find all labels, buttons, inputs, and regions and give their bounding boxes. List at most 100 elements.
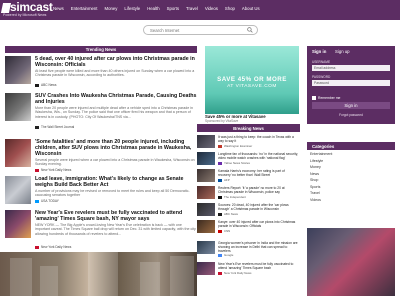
sign-in-button[interactable]: Sign in: [312, 102, 390, 109]
article-card[interactable]: 5 dead, over 40 injured after car plows …: [5, 56, 198, 94]
categories-header: Categories: [307, 142, 395, 150]
breaking-thumbnail[interactable]: [197, 169, 215, 182]
breaking-headline[interactable]: Longtime fan of thousands: 'no' in the n…: [218, 152, 298, 160]
nav-about-us[interactable]: About Us: [242, 6, 260, 11]
ad-url-text: AT VITASAVE.COM: [227, 84, 277, 89]
vitasave-ad-banner[interactable]: SAVE 45% OR MORE AT VITASAVE.COM: [205, 46, 299, 114]
nav-sports[interactable]: Sports: [167, 6, 179, 11]
article-thumbnail[interactable]: [5, 176, 31, 204]
search-icon[interactable]: [247, 27, 253, 33]
article-card[interactable]: Load leave, immigration: What's likely t…: [5, 176, 198, 214]
trending-news-header: Trending News: [5, 46, 197, 53]
source-name: Yahoo News Stories: [224, 161, 250, 165]
article-thumbnail[interactable]: [5, 93, 31, 121]
nav-travel[interactable]: Travel: [186, 6, 198, 11]
main-nav: News Entertainment Money Lifestyle Healt…: [53, 6, 260, 11]
breaking-thumbnail[interactable]: [197, 262, 215, 275]
article-title[interactable]: New Year's Eve revelers must be fully va…: [35, 210, 197, 222]
source-logo-icon: [218, 161, 222, 165]
article-card[interactable]: 'Some fatalities' and more than 20 peopl…: [5, 139, 198, 177]
password-field[interactable]: [312, 80, 390, 86]
nav-news[interactable]: News: [53, 6, 64, 11]
breaking-source: CNN: [218, 229, 230, 233]
simcast-logo[interactable]: simcast Powered by Microsoft News: [0, 0, 53, 19]
breaking-news-item[interactable]: Reuters Report: 'it 'a parade' no more t…: [197, 186, 300, 202]
breaking-thumbnail[interactable]: [197, 186, 215, 199]
photo-building-shape: [140, 262, 160, 296]
source-name: Google: [224, 253, 234, 257]
breaking-headline[interactable]: New Year's Eve revelers must be fully va…: [218, 262, 298, 270]
article-thumbnail[interactable]: [5, 56, 31, 84]
nav-lifestyle[interactable]: Lifestyle: [124, 6, 140, 11]
breaking-news-item[interactable]: It was just a thing to keep: the coach i…: [197, 135, 300, 151]
article-title[interactable]: Load leave, immigration: What's likely t…: [35, 176, 197, 188]
breaking-thumbnail[interactable]: [197, 241, 215, 254]
nav-health[interactable]: Health: [147, 6, 159, 11]
source-name: AFP: [224, 178, 230, 182]
article-thumbnail[interactable]: [5, 139, 31, 167]
nav-entertainment[interactable]: Entertainment: [71, 6, 98, 11]
article-thumbnail[interactable]: [5, 210, 31, 238]
breaking-news-item[interactable]: Sources: 20 dead, 40 injured after the '…: [197, 203, 300, 219]
breaking-news-item[interactable]: Kamala Harris's economy: her rating is p…: [197, 169, 300, 185]
ad-headline: SAVE 45% OR MORE: [217, 76, 287, 83]
times-square-photo[interactable]: [307, 228, 395, 296]
breaking-headline[interactable]: Sources: 20 dead, 40 injured after the '…: [218, 203, 298, 211]
breaking-headline[interactable]: Reuters Report: 'it 'a parade' no more t…: [218, 186, 298, 194]
tab-sign-up[interactable]: Sign up: [335, 49, 350, 54]
photo-building-shape: [10, 258, 32, 296]
article-summary: Several people were injured when a car p…: [35, 158, 195, 167]
source-logo-icon: [218, 271, 222, 275]
forgot-password-link[interactable]: Forgot password: [307, 113, 395, 117]
tab-sign-in[interactable]: Sign in: [312, 49, 326, 54]
breaking-news-item[interactable]: Longtime fan of thousands: 'no' in the n…: [197, 152, 300, 168]
breaking-headline[interactable]: It was just a thing to keep: the coach i…: [218, 135, 298, 143]
nav-videos[interactable]: Videos: [205, 6, 218, 11]
article-title[interactable]: SUV Crashes Into Waukesha Christmas Para…: [35, 93, 197, 105]
breaking-news-title: Breaking News: [233, 125, 264, 131]
breaking-news-item[interactable]: New Year's Eve revelers must be fully va…: [197, 262, 300, 278]
remember-me-label: Remember me: [318, 96, 341, 100]
breaking-headline[interactable]: Kamala Harris's economy: her rating is p…: [218, 169, 298, 177]
article-title[interactable]: 5 dead, over 40 injured after car plows …: [35, 56, 197, 68]
remember-me-checkbox[interactable]: [312, 96, 316, 100]
source-name: ABC News: [224, 212, 238, 216]
search-box: [143, 25, 258, 35]
featured-photo-strip[interactable]: [0, 252, 197, 296]
logo-text: simcast: [10, 0, 53, 14]
article-title[interactable]: 'Some fatalities' and more than 20 peopl…: [35, 139, 197, 158]
source-logo-icon: [35, 125, 39, 129]
remember-me[interactable]: Remember me: [312, 96, 340, 100]
article-summary: A number of provisions may be revised or…: [35, 189, 190, 198]
nav-shop[interactable]: Shop: [225, 6, 235, 11]
source-logo-icon: [218, 253, 222, 257]
breaking-thumbnail[interactable]: [197, 203, 215, 216]
article-card[interactable]: New Year's Eve revelers must be fully va…: [5, 210, 198, 249]
breaking-source: ABC News: [218, 212, 238, 216]
breaking-thumbnail[interactable]: [197, 220, 215, 233]
breaking-news-item[interactable]: Kanye: over 40 injured after car plows i…: [197, 220, 300, 236]
source-logo-icon: [218, 195, 222, 199]
article-card[interactable]: SUV Crashes Into Waukesha Christmas Para…: [5, 93, 198, 131]
breaking-thumbnail[interactable]: [197, 135, 215, 148]
breaking-headline[interactable]: Kanye: over 40 injured after car plows i…: [218, 220, 298, 228]
nav-money[interactable]: Money: [105, 6, 118, 11]
breaking-source: Washington Examiner: [218, 144, 252, 148]
breaking-thumbnail[interactable]: [197, 152, 215, 165]
photo-building-shape: [88, 252, 118, 296]
source-name: The Independent: [224, 195, 246, 199]
breaking-headline[interactable]: Georgia women's prisoner in India and th…: [218, 241, 298, 253]
username-field[interactable]: [312, 65, 390, 71]
source-name: USA TODAY: [41, 199, 59, 203]
source-name: New York Daily News: [41, 245, 72, 249]
photo-building-shape: [170, 256, 194, 296]
source-name: Washington Examiner: [224, 144, 253, 148]
breaking-news-item[interactable]: Georgia women's prisoner in India and th…: [197, 241, 300, 257]
source-name: New York Daily News: [224, 271, 252, 275]
source-logo-icon: [218, 212, 222, 216]
categories-title: Categories: [312, 143, 335, 149]
category-videos[interactable]: Videos: [307, 198, 395, 205]
search-input[interactable]: [150, 27, 245, 34]
username-label: USERNAME: [312, 60, 331, 64]
signin-panel: Sign in Sign up USERNAME PASSWORD Rememb…: [307, 46, 395, 124]
